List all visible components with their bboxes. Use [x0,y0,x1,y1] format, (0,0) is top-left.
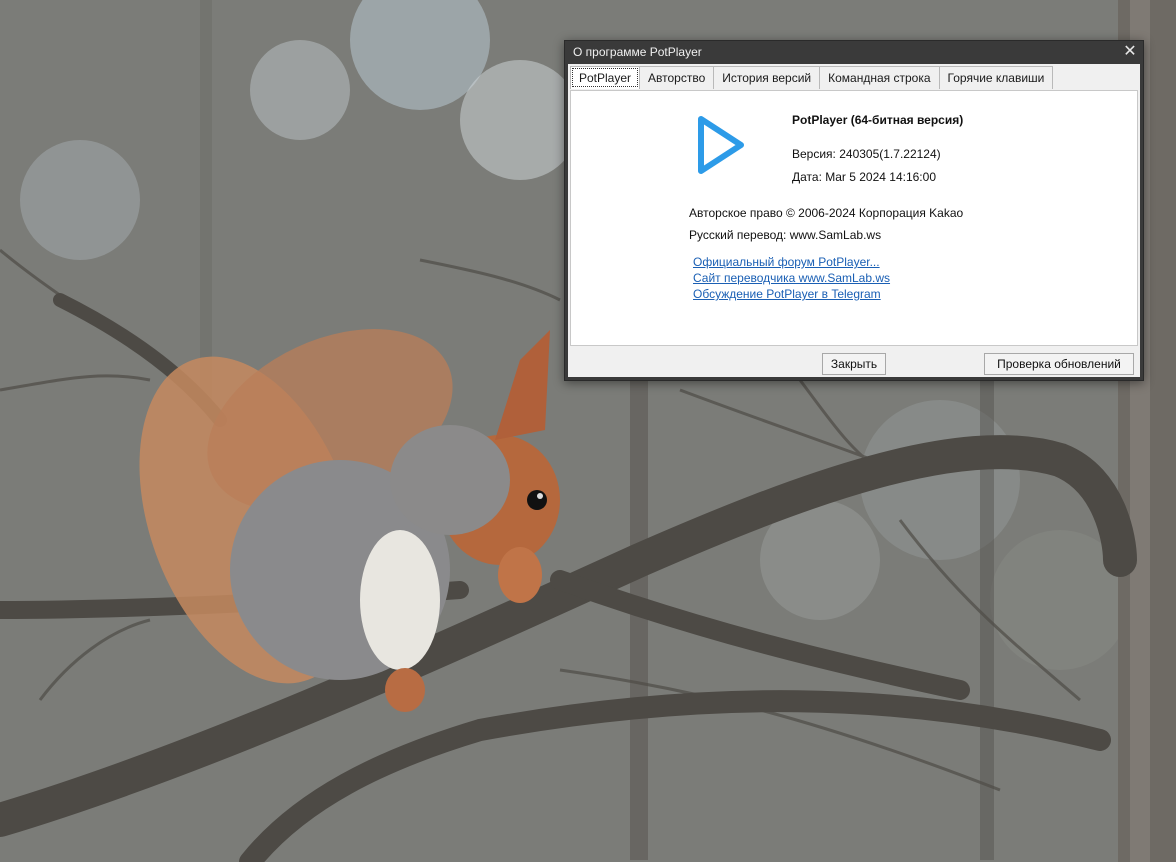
check-updates-button[interactable]: Проверка обновлений [984,353,1134,375]
about-dialog: О программе PotPlayer ✕ PotPlayer Авторс… [564,40,1144,381]
close-icon[interactable]: ✕ [1121,42,1139,62]
build-date-text: Дата: Mar 5 2024 14:16:00 [792,170,936,184]
telegram-link[interactable]: Обсуждение PotPlayer в Telegram [693,287,881,301]
translator-site-link[interactable]: Сайт переводчика www.SamLab.ws [693,271,890,285]
tab-version-history[interactable]: История версий [713,66,821,89]
tab-potplayer[interactable]: PotPlayer [570,66,641,89]
dialog-footer: Закрыть Проверка обновлений [568,348,1140,378]
tab-bar: PotPlayer Авторство История версий Коман… [570,66,1140,90]
tab-command-line[interactable]: Командная строка [819,66,940,89]
product-name: PotPlayer (64-битная версия) [792,113,964,127]
close-button[interactable]: Закрыть [822,353,886,375]
about-panel: PotPlayer (64-битная версия) Версия: 240… [570,90,1138,346]
tab-hotkeys[interactable]: Горячие клавиши [938,66,1054,89]
play-triangle-icon [695,113,747,182]
tab-authorship[interactable]: Авторство [639,66,715,89]
forum-link[interactable]: Официальный форум PotPlayer... [693,255,880,269]
dialog-titlebar[interactable]: О программе PotPlayer ✕ [565,41,1143,63]
dialog-title: О программе PotPlayer [573,45,702,59]
version-text: Версия: 240305(1.7.22124) [792,147,941,161]
translation-text: Русский перевод: www.SamLab.ws [689,228,882,242]
copyright-text: Авторское право © 2006-2024 Корпорация K… [689,206,964,220]
dialog-body: PotPlayer Авторство История версий Коман… [568,64,1140,377]
